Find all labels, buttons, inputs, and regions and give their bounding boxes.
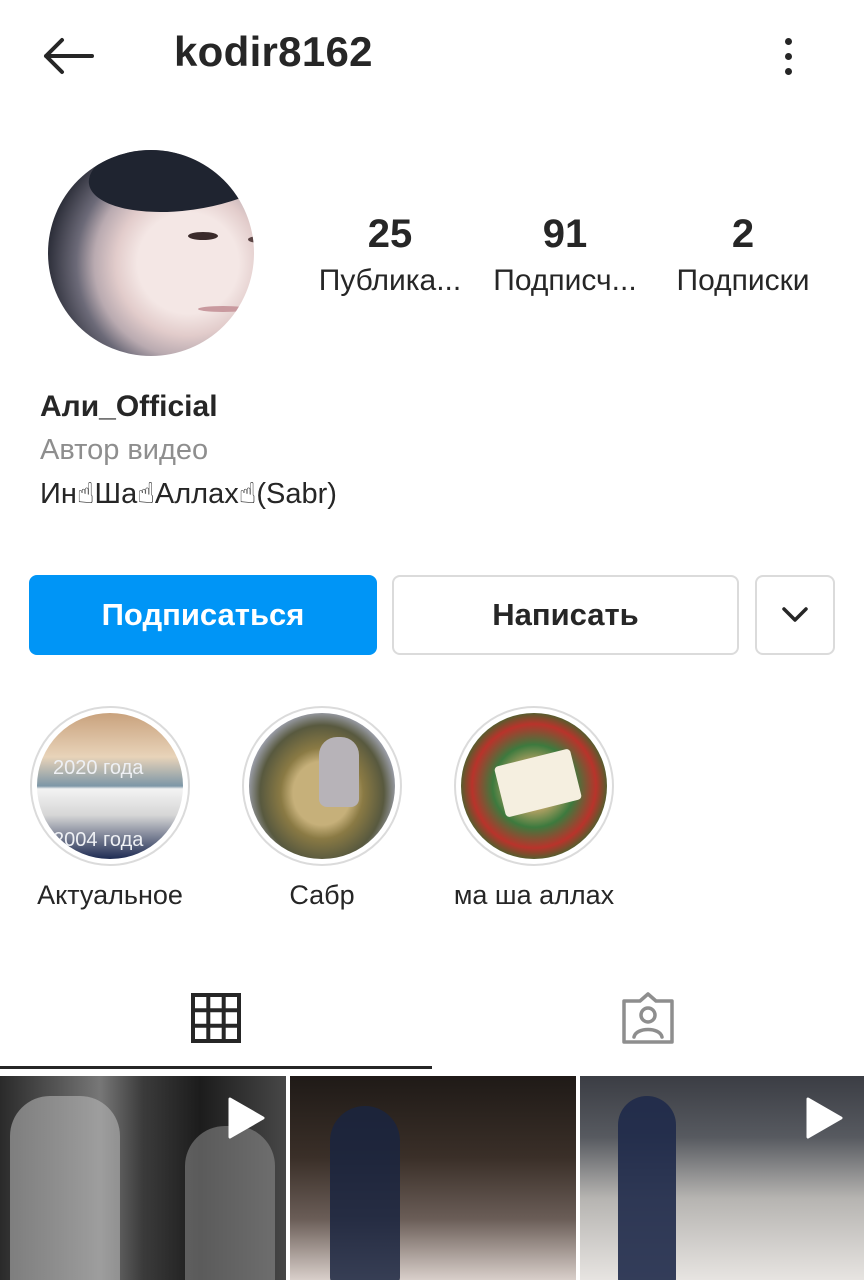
- video-play-icon: [806, 1097, 843, 1139]
- highlight-overlay-text: 2004 года: [53, 829, 144, 851]
- stat-followers[interactable]: 91 Подписч...: [475, 210, 655, 298]
- highlight-ring: [454, 706, 614, 866]
- highlight-thumbnail: [249, 713, 395, 859]
- profile-stats: 25 Публика... 91 Подписч... 2 Подписки: [300, 210, 840, 310]
- grid-icon: [191, 993, 241, 1043]
- stat-posts[interactable]: 25 Публика...: [300, 210, 480, 298]
- message-button[interactable]: Написать: [392, 575, 739, 655]
- highlight-label: ма ша аллах: [453, 880, 615, 910]
- profile-bio-text: Ин☝Ша☝Аллах☝(Sabr): [40, 478, 337, 510]
- profile-username: kodir8162: [174, 28, 373, 75]
- post-thumbnail[interactable]: [0, 1076, 286, 1280]
- more-dot: [784, 67, 792, 75]
- active-tab-indicator: [0, 1066, 432, 1069]
- highlight-item[interactable]: 2020 года 2004 года Актуальное: [0, 706, 220, 911]
- post-figure: [10, 1096, 120, 1280]
- suggested-accounts-button[interactable]: [755, 575, 835, 655]
- post-figure: [185, 1126, 275, 1280]
- highlight-thumbnail: 2020 года 2004 года: [37, 713, 183, 859]
- posts-grid: [0, 1076, 864, 1280]
- highlight-thumbnail: [461, 713, 607, 859]
- post-thumbnail[interactable]: [580, 1076, 864, 1280]
- more-dot: [784, 52, 792, 60]
- highlight-ring: [242, 706, 402, 866]
- highlight-figure: [319, 737, 359, 807]
- profile-avatar[interactable]: [48, 150, 254, 356]
- stat-following-label: Подписки: [676, 264, 810, 297]
- stat-following[interactable]: 2 Подписки: [653, 210, 833, 298]
- avatar-detail: [198, 306, 248, 312]
- more-vertical-icon: [784, 37, 792, 45]
- highlight-label: Сабр: [289, 880, 355, 910]
- avatar-detail: [248, 236, 254, 243]
- stat-followers-count: 91: [542, 212, 588, 256]
- arrow-left-icon: [44, 38, 94, 74]
- post-thumbnail[interactable]: [290, 1076, 576, 1280]
- highlight-label: Актуальное: [37, 880, 183, 910]
- stat-followers-label: Подписч...: [493, 264, 637, 297]
- profile-display-name: Али_Official: [40, 390, 218, 423]
- highlight-item[interactable]: Сабр: [212, 706, 432, 911]
- highlight-book: [493, 748, 583, 818]
- avatar-detail: [188, 232, 218, 240]
- profile-category: Автор видео: [40, 434, 209, 466]
- more-options-button[interactable]: [768, 30, 808, 82]
- profile-bio: Али_Official Автор видео Ин☝Ша☝Аллах☝(Sa…: [40, 388, 337, 516]
- highlight-overlay-text: 2020 года: [53, 757, 144, 779]
- stat-posts-count: 25: [367, 212, 413, 256]
- tab-tagged[interactable]: [432, 968, 864, 1068]
- profile-tabs: [0, 968, 864, 1068]
- stat-posts-label: Публика...: [318, 264, 462, 297]
- highlight-item[interactable]: ма ша аллах: [424, 706, 644, 911]
- avatar-cap: [83, 150, 254, 224]
- tab-posts-grid[interactable]: [0, 968, 432, 1068]
- video-play-icon: [228, 1097, 265, 1139]
- top-bar: kodir8162: [0, 0, 864, 110]
- back-button[interactable]: [36, 28, 100, 84]
- follow-button[interactable]: Подписаться: [29, 575, 377, 655]
- highlight-ring: 2020 года 2004 года: [30, 706, 190, 866]
- post-figure: [618, 1096, 676, 1280]
- stat-following-count: 2: [731, 212, 755, 256]
- post-figure: [330, 1106, 400, 1280]
- tagged-person-icon: [622, 992, 674, 1044]
- chevron-down-icon: [782, 607, 808, 622]
